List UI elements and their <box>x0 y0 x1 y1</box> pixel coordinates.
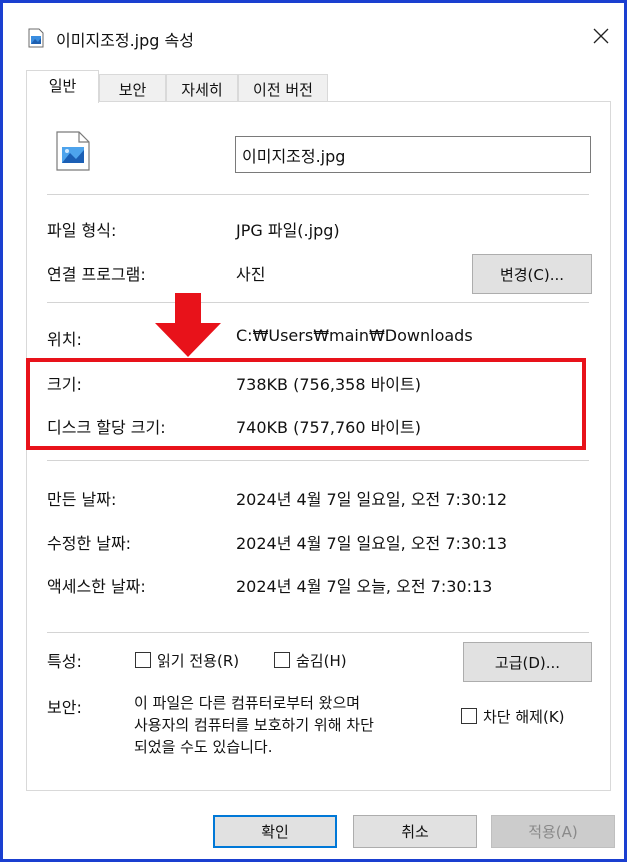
apply-button[interactable]: 적용(A) <box>491 815 615 848</box>
close-button[interactable] <box>581 18 621 54</box>
unblock-checkbox[interactable] <box>461 708 477 724</box>
image-file-icon <box>28 28 44 48</box>
divider <box>47 632 589 633</box>
security-message-line1: 이 파일은 다른 컴퓨터로부터 왔으며 <box>134 694 361 712</box>
accessed-label: 액세스한 날짜: <box>47 577 146 596</box>
tab-details[interactable]: 자세히 <box>166 74 238 102</box>
image-file-large-icon <box>55 130 91 172</box>
readonly-checkbox[interactable] <box>135 652 151 668</box>
hidden-checkbox[interactable] <box>274 652 290 668</box>
advanced-button[interactable]: 고급(D)... <box>463 642 592 682</box>
security-message-line2: 사용자의 컴퓨터를 보호하기 위해 차단 <box>134 716 374 734</box>
divider <box>47 460 589 461</box>
divider <box>47 194 589 195</box>
tab-security[interactable]: 보안 <box>99 74 166 102</box>
readonly-label[interactable]: 읽기 전용(R) <box>157 650 239 671</box>
close-icon <box>593 28 609 44</box>
divider <box>47 302 589 303</box>
red-arrow-down-icon <box>153 293 223 359</box>
created-label: 만든 날짜: <box>47 490 117 509</box>
location-value: C:₩Users₩main₩Downloads <box>236 326 473 345</box>
attributes-label: 특성: <box>47 652 82 671</box>
title-bar: 이미지조정.jpg 속성 <box>6 6 627 62</box>
tab-previous-versions[interactable]: 이전 버전 <box>238 74 328 102</box>
change-button[interactable]: 변경(C)... <box>472 254 592 294</box>
cancel-button[interactable]: 취소 <box>353 815 477 848</box>
security-message-line3: 되었을 수도 있습니다. <box>134 738 273 756</box>
modified-value: 2024년 4월 7일 일요일, 오전 7:30:13 <box>236 534 508 553</box>
ok-button[interactable]: 확인 <box>213 815 337 848</box>
window-title: 이미지조정.jpg 속성 <box>56 31 194 50</box>
properties-window: 이미지조정.jpg 속성 일반 보안 자세히 이전 버전 파일 형식: JPG … <box>0 0 627 862</box>
size-highlight-box <box>26 358 586 450</box>
file-type-label: 파일 형식: <box>47 221 117 240</box>
hidden-label[interactable]: 숨김(H) <box>296 650 347 671</box>
accessed-value: 2024년 4월 7일 오늘, 오전 7:30:13 <box>236 577 493 596</box>
created-value: 2024년 4월 7일 일요일, 오전 7:30:12 <box>236 490 508 509</box>
file-type-value: JPG 파일(.jpg) <box>236 221 340 240</box>
tab-general[interactable]: 일반 <box>26 70 99 103</box>
opens-with-value: 사진 <box>236 265 266 284</box>
opens-with-label: 연결 프로그램: <box>47 265 146 284</box>
security-label: 보안: <box>47 698 82 717</box>
location-label: 위치: <box>47 330 82 349</box>
file-name-input[interactable] <box>235 136 591 173</box>
unblock-label[interactable]: 차단 해제(K) <box>483 706 565 727</box>
modified-label: 수정한 날짜: <box>47 534 132 553</box>
